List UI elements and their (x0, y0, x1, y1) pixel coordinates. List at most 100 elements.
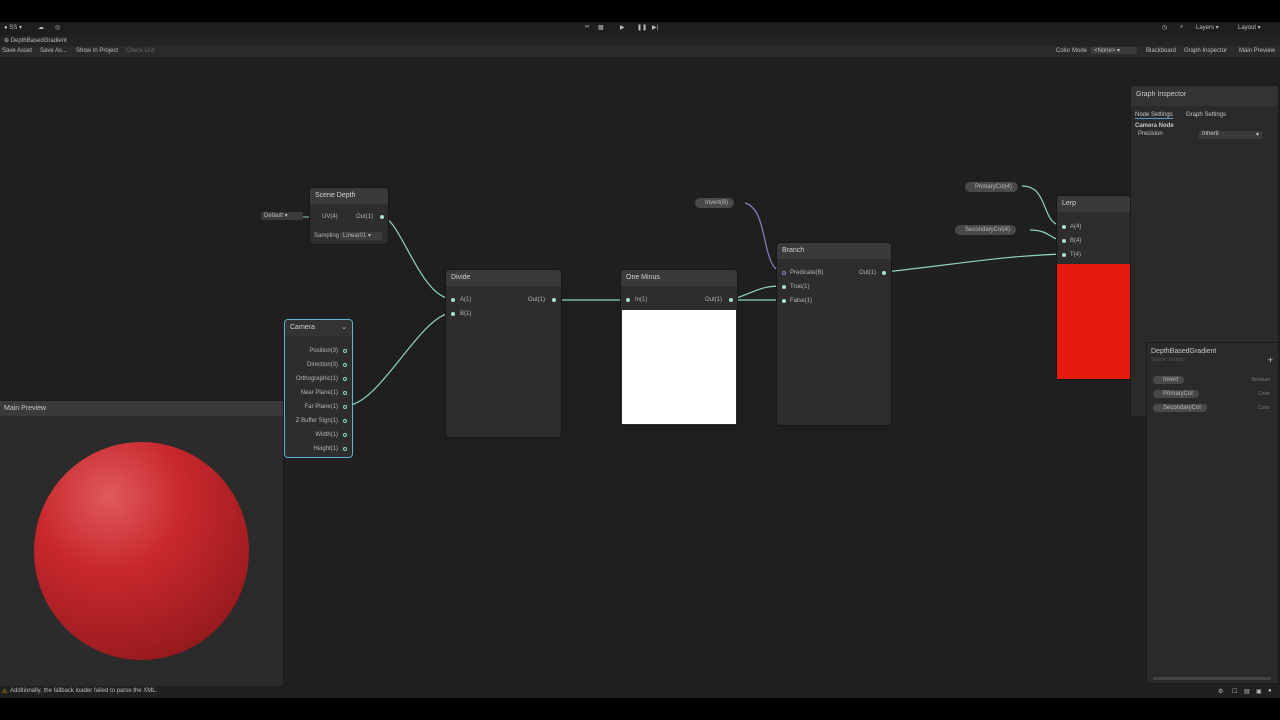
chevron-down-icon[interactable]: ⌄ (341, 320, 347, 336)
blackboard-property-item[interactable]: Invert (1153, 376, 1185, 384)
divide-a-dot[interactable] (451, 298, 455, 302)
camera-title: Camera (290, 324, 315, 331)
scene-depth-out-dot[interactable] (380, 215, 384, 219)
camera-node-section: Camera Node (1135, 123, 1174, 129)
one-minus-preview (622, 310, 736, 424)
lerp-node[interactable]: Lerp A(4) B(4) T(4) (1057, 196, 1130, 379)
blackboard-property-item[interactable]: SecondaryCol (1153, 404, 1207, 412)
divide-a-port[interactable]: A(1) (460, 297, 471, 303)
camera-port-label[interactable]: Orthographic(1) (296, 376, 338, 382)
account-icon[interactable]: ● (1268, 688, 1272, 694)
uv-default-value: Default (264, 213, 284, 219)
build-icon[interactable]: ▤ (1244, 688, 1250, 695)
camera-port-dot[interactable] (343, 377, 347, 381)
lerp-preview (1057, 264, 1130, 379)
tab-graph-settings[interactable]: Graph Settings (1186, 112, 1226, 118)
camera-port-label[interactable]: Height(1) (313, 446, 338, 452)
scene-depth-uv-port[interactable]: UV(4) (322, 214, 338, 220)
divide-out-dot[interactable] (552, 298, 556, 302)
branch-true-port[interactable]: True(1) (790, 284, 809, 290)
camera-port-dot[interactable] (343, 433, 347, 437)
one-minus-in-dot[interactable] (626, 298, 630, 302)
sampling-dropdown[interactable]: Linear01 ▾ (340, 232, 382, 240)
edge-camera-divide (344, 312, 453, 407)
blackboard-panel: DepthBasedGradient Shader Graphs + Inver… (1147, 343, 1278, 683)
one-minus-in-port[interactable]: In(1) (635, 297, 647, 303)
branch-false-dot[interactable] (782, 299, 786, 303)
edge-oneminus-branch-true (730, 285, 784, 301)
scene-depth-title[interactable]: Scene Depth (310, 188, 388, 204)
notification-icon[interactable]: ▣ (1256, 688, 1262, 695)
blackboard-property-type: Color (1258, 405, 1270, 411)
branch-title[interactable]: Branch (777, 243, 891, 259)
tab-node-settings[interactable]: Node Settings (1135, 112, 1173, 119)
primary-color-property-label: PrimaryCol(4) (975, 184, 1013, 190)
camera-port-label[interactable]: Position(3) (309, 348, 338, 354)
primary-color-property-node[interactable]: PrimaryCol(4) (965, 182, 1019, 192)
precision-value: Inherit (1202, 131, 1219, 137)
blackboard-property-item[interactable]: PrimaryCol (1153, 390, 1199, 398)
camera-port-label[interactable]: Z Buffer Sign(1) (296, 418, 338, 424)
one-minus-title[interactable]: One Minus (621, 270, 737, 286)
branch-true-dot[interactable] (782, 285, 786, 289)
camera-port-label[interactable]: Far Plane(1) (305, 404, 338, 410)
camera-port-dot[interactable] (343, 447, 347, 451)
camera-port-dot[interactable] (343, 349, 347, 353)
secondary-color-property-node[interactable]: SecondaryCol(4) (955, 225, 1017, 235)
camera-port-label[interactable]: Direction(3) (307, 362, 338, 368)
camera-title-bar[interactable]: Camera ⌄ (285, 320, 352, 336)
one-minus-out-dot[interactable] (729, 298, 733, 302)
camera-port-dot[interactable] (343, 405, 347, 409)
divide-out-port[interactable]: Out(1) (528, 297, 545, 303)
camera-port-label[interactable]: Width(1) (315, 432, 338, 438)
divide-b-port[interactable]: B(1) (460, 311, 471, 317)
bug-icon[interactable]: ☐ (1232, 688, 1237, 695)
branch-node[interactable]: Branch Predicate(B) True(1) False(1) Out… (777, 243, 891, 425)
precision-dropdown[interactable]: Inherit ▾ (1199, 131, 1262, 139)
lerp-title[interactable]: Lerp (1057, 196, 1130, 212)
main-preview-title[interactable]: Main Preview (0, 401, 283, 416)
blackboard-property-name: PrimaryCol (1163, 391, 1193, 397)
branch-predicate-dot[interactable] (782, 271, 786, 275)
one-minus-out-port[interactable]: Out(1) (705, 297, 722, 303)
preview-sphere[interactable] (34, 442, 249, 660)
divide-node[interactable]: Divide A(1) B(1) Out(1) (446, 270, 561, 437)
one-minus-node[interactable]: One Minus In(1) Out(1) (621, 270, 737, 425)
camera-port-dot[interactable] (343, 391, 347, 395)
warning-icon: ⚠ (2, 689, 8, 695)
dropdown-arrow-icon: ▾ (1255, 132, 1259, 138)
lerp-b-dot[interactable] (1062, 239, 1066, 243)
status-bar: ⚠ Additionally, the fallback loader fail… (0, 686, 1280, 698)
blackboard-property-type: Boolean (1251, 377, 1270, 383)
branch-predicate-port[interactable]: Predicate(B) (790, 270, 823, 276)
camera-port-dot[interactable] (343, 363, 347, 367)
secondary-color-property-label: SecondaryCol(4) (965, 227, 1011, 233)
add-property-button[interactable]: + (1268, 355, 1273, 365)
branch-out-dot[interactable] (882, 271, 886, 275)
invert-property-node[interactable]: Invert(B) (695, 198, 735, 208)
branch-false-port[interactable]: False(1) (790, 298, 812, 304)
graph-inspector-title[interactable]: Graph Inspector (1131, 86, 1278, 106)
horizontal-scrollbar[interactable] (1153, 677, 1271, 680)
network-icon[interactable]: ⚙ (1218, 688, 1223, 695)
blackboard-property-name: Invert (1163, 377, 1179, 383)
lerp-a-port[interactable]: A(4) (1070, 224, 1081, 230)
precision-label: Precision (1138, 131, 1163, 137)
lerp-a-dot[interactable] (1062, 225, 1066, 229)
camera-port-dot[interactable] (343, 419, 347, 423)
edge-branch-lerp (884, 253, 1064, 273)
divide-title[interactable]: Divide (446, 270, 561, 286)
scene-depth-out-port[interactable]: Out(1) (356, 214, 373, 220)
scene-depth-node[interactable]: Scene Depth UV(4) Out(1) Sampling Linear… (310, 188, 388, 244)
lerp-t-dot[interactable] (1062, 253, 1066, 257)
branch-out-port[interactable]: Out(1) (859, 270, 876, 276)
divide-b-dot[interactable] (451, 312, 455, 316)
status-message[interactable]: Additionally, the fallback loader failed… (10, 688, 157, 694)
blackboard-subtitle: Shader Graphs (1151, 357, 1185, 363)
sampling-value: Linear01 (343, 233, 367, 239)
uv-default-field[interactable]: Default ▾ (261, 212, 303, 220)
camera-port-label[interactable]: Near Plane(1) (301, 390, 338, 396)
camera-node[interactable]: Camera ⌄ Position(3) Direction(3) Orthogra… (285, 320, 352, 457)
lerp-t-port[interactable]: T(4) (1070, 252, 1081, 258)
lerp-b-port[interactable]: B(4) (1070, 238, 1081, 244)
